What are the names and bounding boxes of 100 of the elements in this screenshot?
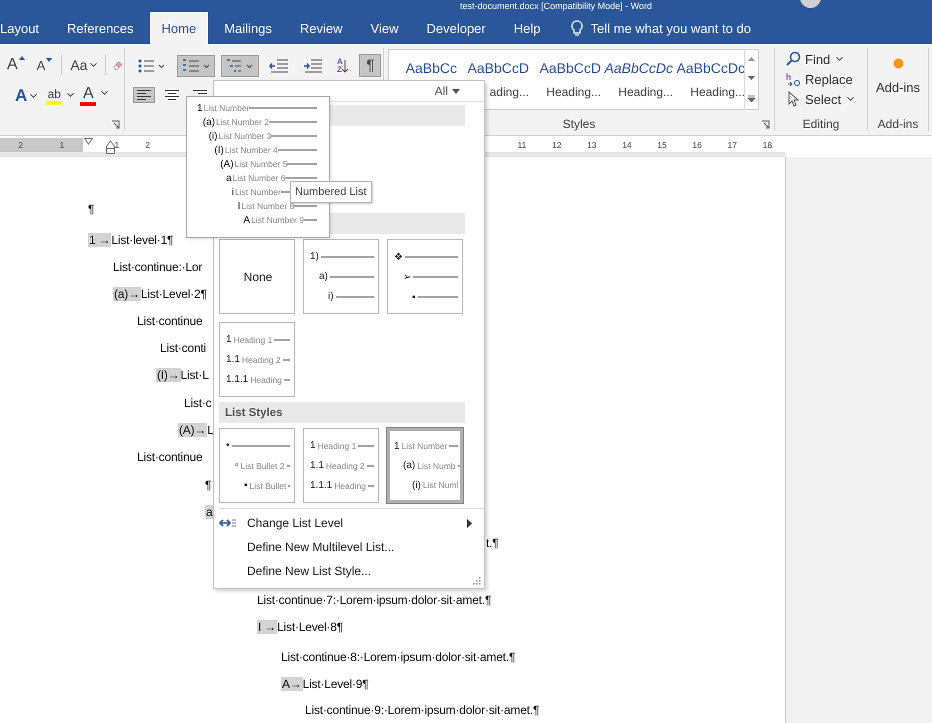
lightbulb-icon[interactable] — [570, 20, 582, 36]
style-name[interactable]: Heading... — [618, 85, 673, 99]
sort-button[interactable]: AZ — [333, 54, 354, 76]
menu-item[interactable]: Define New List Style... — [219, 559, 478, 583]
find-button[interactable]: Find — [783, 50, 846, 68]
multilevel-list-button[interactable] — [221, 54, 259, 76]
level-number: i) — [328, 291, 334, 302]
highlight-button[interactable]: ab — [46, 88, 74, 104]
menu-item[interactable]: Change List Level — [219, 511, 478, 535]
decrease-indent-icon — [269, 58, 289, 74]
list-style-option[interactable]: 1 List Number (a) List Numb (i) List Numl — [387, 428, 463, 503]
align-lines-icon — [137, 90, 151, 100]
chevron-down-icon — [90, 63, 98, 67]
level-text: List Numb — [417, 460, 456, 470]
list-number: a — [205, 505, 214, 519]
replace-button[interactable]: Replace — [783, 70, 855, 88]
down-arrow-icon — [341, 58, 350, 74]
ruler-number: 15 — [657, 140, 667, 150]
level-number: I — [238, 200, 240, 212]
paragraph-text: List·continue — [137, 314, 202, 328]
dialog-launcher-icon[interactable] — [111, 120, 120, 129]
ruler-number: 16 — [692, 140, 702, 150]
level-text: List Number 6 — [232, 173, 286, 183]
paragraph-text: List·continue — [137, 450, 202, 464]
level-text: Heading 2 — [242, 354, 281, 364]
style-name[interactable]: Heading... — [546, 85, 601, 99]
style-sample[interactable]: AaBbCc — [406, 60, 457, 76]
shrink-font-button[interactable]: A — [34, 56, 56, 74]
list-option[interactable]: None — [219, 239, 295, 314]
grow-font-button[interactable]: A — [4, 54, 28, 76]
ribbon-tab[interactable]: View — [358, 12, 410, 44]
hanging-indent-icon[interactable] — [106, 140, 115, 154]
chevron-down-icon — [847, 97, 854, 101]
select-button[interactable]: Select — [783, 90, 856, 108]
level-text: List Number 4 — [224, 145, 278, 155]
align-lines-icon — [165, 90, 179, 100]
style-sample[interactable]: AaBbCcD — [540, 60, 601, 76]
level-number: (a) — [202, 116, 216, 128]
ribbon-tab[interactable]: Review — [288, 12, 355, 44]
menu-item[interactable]: Define New Multilevel List... — [219, 535, 478, 559]
level-text: List Numl — [422, 480, 458, 490]
level-number: ❖ — [394, 250, 403, 262]
style-name[interactable]: Heading... — [690, 85, 745, 99]
level-number: 1 — [310, 440, 316, 451]
chevron-down-icon — [30, 94, 38, 98]
paragraph-text: List·continue·7:·Lorem·ipsum·dolor·sit·amet.¶ — [257, 593, 492, 607]
chevron-down-icon — [836, 57, 844, 61]
level-number: a — [226, 172, 232, 184]
list-option[interactable]: ❖ ➢ ▪ — [387, 239, 463, 314]
scroll-up-icon[interactable] — [748, 57, 755, 62]
ribbon-tab[interactable]: References — [55, 12, 146, 44]
list-number: 1 → — [88, 233, 112, 247]
list-number: I → — [257, 620, 278, 634]
ribbon-tab[interactable]: Developer — [414, 12, 498, 44]
ribbon-tab[interactable]: Help — [502, 12, 552, 44]
scroll-down-icon[interactable] — [748, 76, 755, 80]
list-option[interactable]: 1) a) i) — [303, 239, 379, 314]
numbering-button[interactable] — [177, 54, 215, 76]
level-number: i — [232, 186, 234, 198]
tooltip: Numbered List — [290, 181, 372, 203]
level-number: (i) — [208, 130, 218, 142]
level-text: List Number 2 — [216, 117, 269, 127]
level-text: List Number — [402, 441, 448, 451]
list-style-option[interactable]: • ▫ List Bullet 2 ▪ List Bullet — [219, 428, 295, 503]
list-option[interactable]: 1 Heading 1 1.1 Heading 2 1.1.1 Heading — [219, 322, 295, 397]
first-line-indent-icon[interactable] — [84, 138, 93, 145]
style-sample[interactable]: AaBbCcDc — [676, 60, 745, 76]
paragraph-text: t.¶ — [486, 536, 499, 550]
ribbon-tab[interactable]: Mailings — [212, 12, 284, 44]
ruler-number: 18 — [762, 140, 772, 150]
ribbon-tab[interactable]: Layout — [0, 12, 52, 44]
chevron-down-icon — [101, 91, 108, 95]
bullet-list-icon — [137, 58, 167, 74]
resize-grip-icon[interactable] — [473, 577, 481, 585]
change-case-button[interactable]: Aa — [61, 55, 106, 75]
list-number: (a)→ — [113, 287, 141, 301]
font-color-button[interactable]: A — [80, 86, 108, 106]
text-effects-button[interactable]: A — [12, 84, 40, 108]
ribbon-tab[interactable]: Home — [150, 12, 208, 44]
show-marks-button[interactable]: ¶ — [359, 54, 382, 77]
level-number: (A) — [220, 158, 234, 170]
ruler-number: 1 — [60, 140, 64, 150]
level-number: 1 — [226, 334, 232, 345]
align-left-button[interactable] — [133, 87, 155, 103]
filter-dropdown[interactable]: All — [428, 81, 466, 101]
tell-me-field[interactable]: Tell me what you want to do — [590, 19, 820, 37]
style-name[interactable]: ading... — [490, 85, 529, 99]
ruler-number: 2 — [145, 140, 150, 150]
group-label: Styles — [562, 117, 596, 131]
add-ins-button[interactable]: Add-ins — [870, 79, 926, 96]
section-title: List Styles — [225, 406, 283, 418]
list-number: (A)→ — [178, 423, 208, 437]
style-sample[interactable]: AaBbCcD — [468, 60, 529, 76]
more-icon[interactable] — [748, 94, 755, 102]
ruler-number: 17 — [728, 140, 737, 150]
gallery-scrollbar[interactable] — [744, 50, 758, 109]
dialog-launcher-icon[interactable] — [761, 120, 770, 129]
paragraph-text: List·Level·8¶ — [277, 620, 343, 634]
list-style-option[interactable]: 1 Heading 1 1.1 Heading 2 1.1.1 Heading — [303, 428, 379, 503]
style-sample[interactable]: AaBbCcDc — [604, 60, 673, 76]
